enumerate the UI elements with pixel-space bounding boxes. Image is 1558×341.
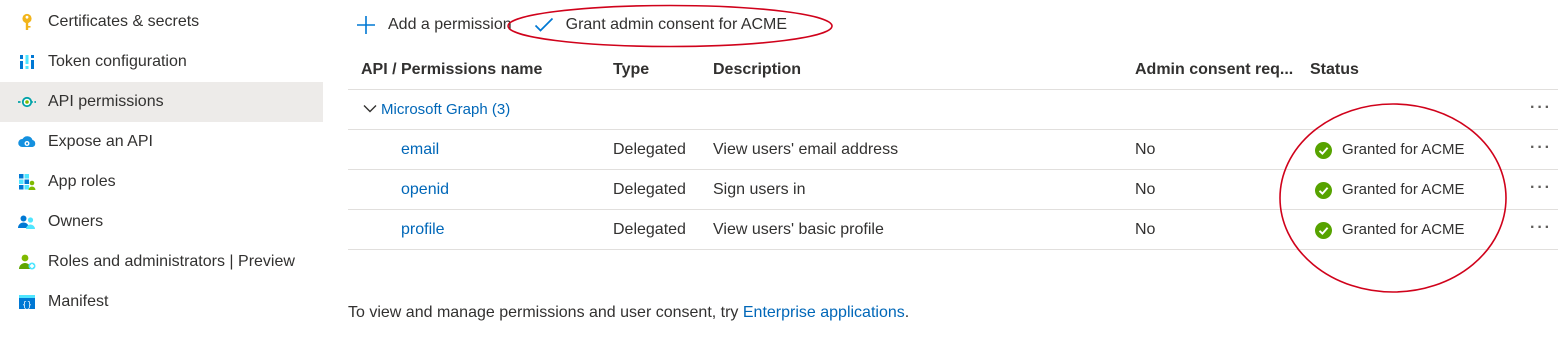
sidebar-item-label: Manifest	[48, 293, 109, 310]
status-text: Granted for ACME	[1342, 221, 1465, 238]
plus-icon	[357, 16, 375, 34]
table-row: profile Delegated View users' basic prof…	[348, 210, 1558, 250]
permission-link[interactable]: openid	[401, 170, 449, 210]
app-roles-icon	[17, 172, 37, 192]
column-header-type[interactable]: Type	[613, 50, 649, 90]
sidebar-item-roles-administrators[interactable]: Roles and administrators | Preview	[0, 242, 323, 282]
more-actions-button[interactable]: ···	[1530, 170, 1552, 210]
check-circle-icon	[1315, 221, 1332, 239]
status-badge: Granted for ACME	[1315, 170, 1465, 210]
more-actions-button[interactable]: ···	[1530, 130, 1552, 170]
svg-text:{}: {}	[22, 300, 32, 309]
more-actions-button[interactable]: ···	[1530, 210, 1552, 250]
admin-consent-required: No	[1135, 181, 1156, 198]
sidebar-item-label: App roles	[48, 173, 116, 190]
permission-type: Delegated	[613, 141, 686, 158]
sidebar-item-token-configuration[interactable]: Token configuration	[0, 42, 323, 82]
status-text: Granted for ACME	[1342, 141, 1465, 158]
manifest-icon: {}	[17, 292, 37, 312]
permission-description: View users' email address	[713, 141, 899, 158]
footer-suffix: .	[904, 304, 910, 321]
sidebar-item-app-roles[interactable]: App roles	[0, 162, 323, 202]
chevron-down-icon[interactable]	[363, 104, 377, 114]
table-row: openid Delegated Sign users in No Grante…	[348, 170, 1558, 210]
permissions-table: API / Permissions name Type Description …	[348, 50, 1558, 250]
grant-admin-consent-button[interactable]: Grant admin consent for ACME	[534, 16, 787, 34]
roles-admin-icon	[17, 252, 37, 272]
column-header-description[interactable]: Description	[713, 50, 801, 90]
add-permission-button[interactable]: Add a permission	[356, 15, 512, 35]
api-permissions-icon	[17, 92, 37, 112]
group-link-microsoft-graph[interactable]: Microsoft Graph (3)	[381, 90, 510, 130]
sidebar-item-label: Owners	[48, 213, 104, 230]
sidebar-item-label: API permissions	[48, 93, 164, 110]
sidebar-item-certificates-secrets[interactable]: Certificates & secrets	[0, 2, 323, 42]
footer-note: To view and manage permissions and user …	[348, 304, 909, 322]
command-bar: Add a permission Grant admin consent for…	[356, 10, 787, 40]
sidebar-item-label: Token configuration	[48, 53, 187, 70]
permission-description: View users' basic profile	[713, 221, 884, 238]
permission-type: Delegated	[613, 221, 686, 238]
sidebar-item-label: Certificates & secrets	[48, 13, 200, 30]
enterprise-applications-link[interactable]: Enterprise applications	[743, 304, 905, 321]
column-header-status[interactable]: Status	[1310, 50, 1359, 90]
footer-text: To view and manage permissions and user …	[348, 304, 743, 321]
token-config-icon	[17, 52, 37, 72]
admin-consent-required: No	[1135, 141, 1156, 158]
status-badge: Granted for ACME	[1315, 210, 1465, 250]
permission-link[interactable]: email	[401, 130, 439, 170]
cloud-api-icon	[17, 132, 37, 152]
group-row-microsoft-graph: Microsoft Graph (3) ···	[348, 90, 1558, 130]
sidebar-item-expose-an-api[interactable]: Expose an API	[0, 122, 323, 162]
key-icon	[17, 12, 37, 32]
status-text: Granted for ACME	[1342, 181, 1465, 198]
check-circle-icon	[1315, 181, 1332, 199]
permission-type: Delegated	[613, 181, 686, 198]
api-permissions-page: Certificates & secrets Token configurati…	[0, 0, 1558, 341]
sidebar-item-api-permissions[interactable]: API permissions	[0, 82, 323, 122]
table-row: email Delegated View users' email addres…	[348, 130, 1558, 170]
checkmark-icon	[534, 17, 553, 32]
column-header-admin-consent[interactable]: Admin consent req...	[1135, 50, 1293, 90]
more-actions-button[interactable]: ···	[1530, 90, 1552, 130]
status-badge: Granted for ACME	[1315, 130, 1465, 170]
sidebar-item-label: Expose an API	[48, 133, 153, 150]
sidebar: Certificates & secrets Token configurati…	[0, 2, 323, 322]
column-header-api[interactable]: API / Permissions name	[361, 50, 542, 90]
permission-link[interactable]: profile	[401, 210, 445, 250]
sidebar-item-manifest[interactable]: {} Manifest	[0, 282, 323, 322]
add-permission-label: Add a permission	[388, 16, 512, 33]
owners-icon	[17, 212, 37, 232]
admin-consent-required: No	[1135, 221, 1156, 238]
grant-admin-consent-label: Grant admin consent for ACME	[565, 16, 788, 33]
sidebar-item-owners[interactable]: Owners	[0, 202, 323, 242]
check-circle-icon	[1315, 141, 1332, 159]
permission-description: Sign users in	[713, 181, 806, 198]
table-header-row: API / Permissions name Type Description …	[348, 50, 1558, 90]
sidebar-item-label: Roles and administrators | Preview	[48, 253, 295, 270]
